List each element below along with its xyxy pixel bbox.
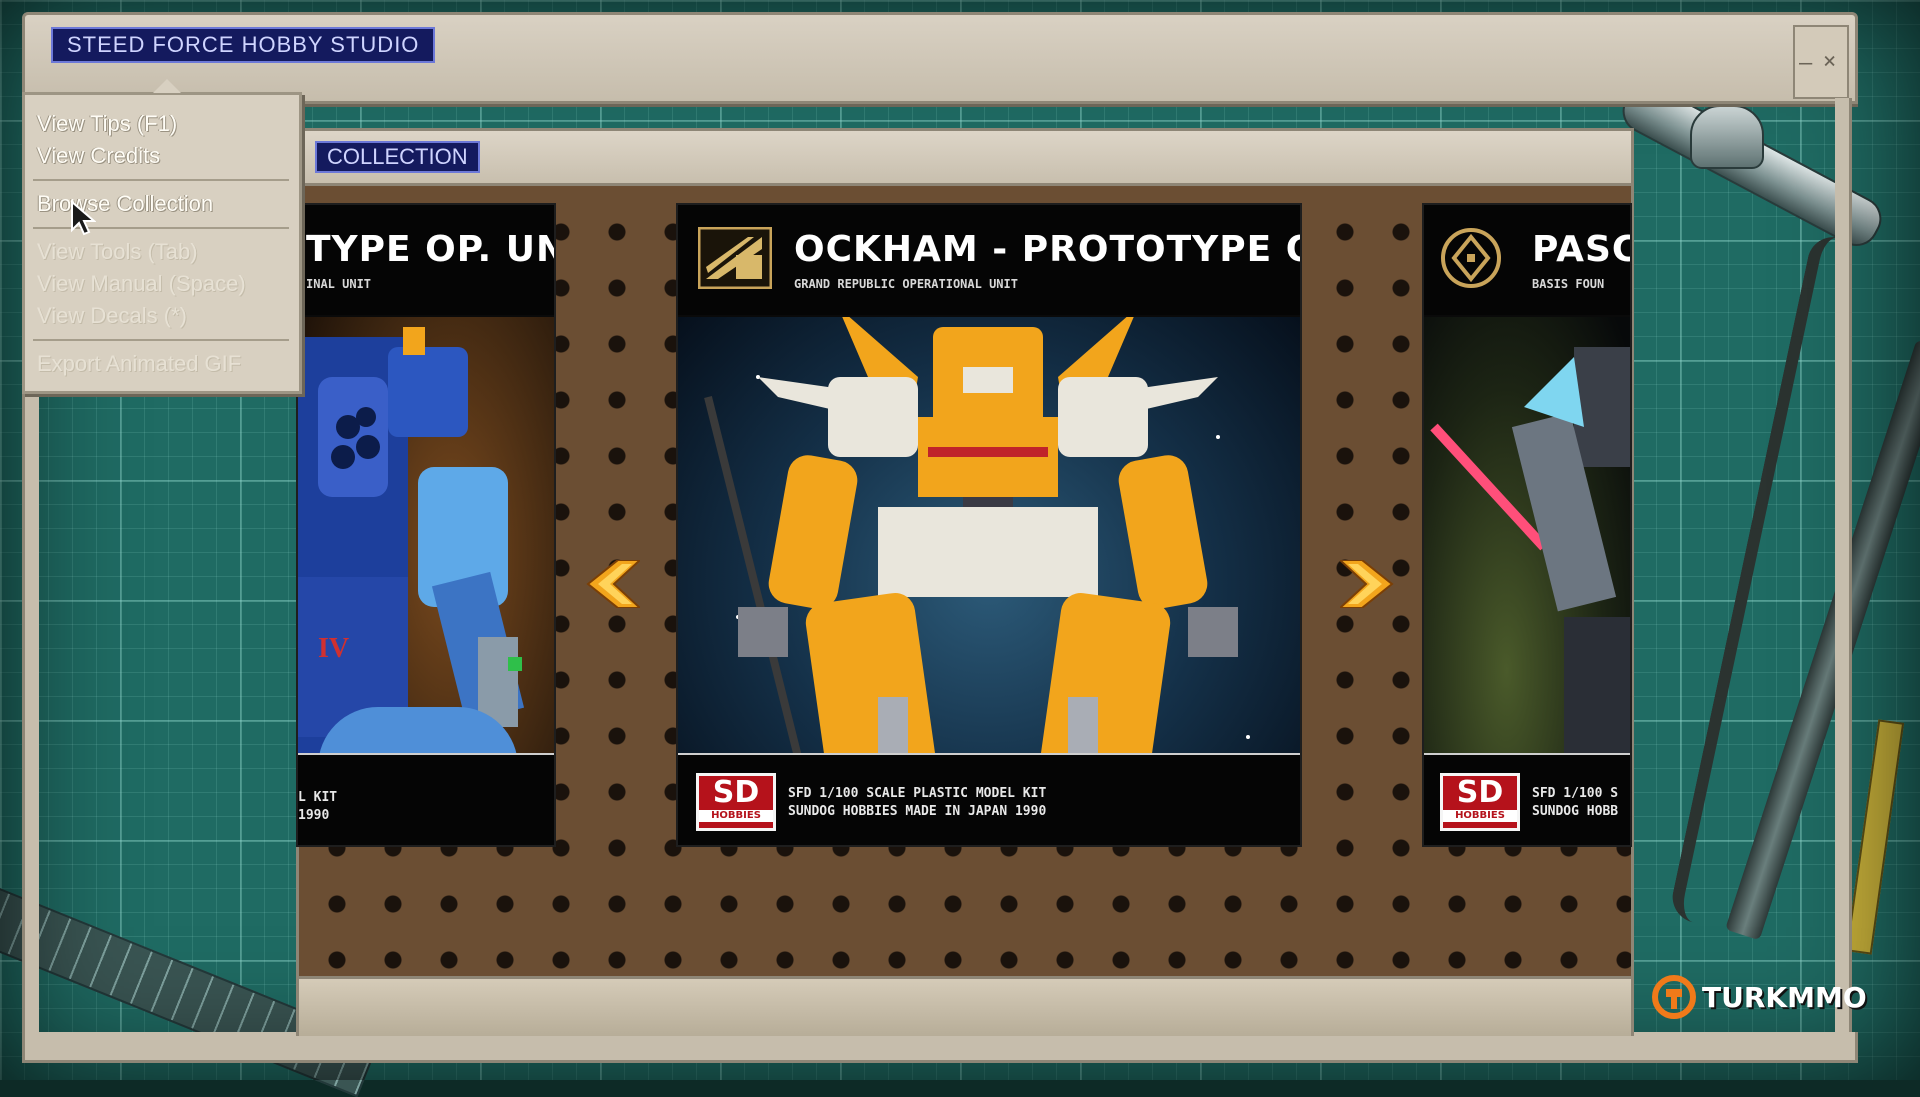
- logo-subtext: HOBBIES: [699, 810, 773, 822]
- card-footer: L KIT 1990: [298, 753, 554, 845]
- turkmmo-logo-icon: [1652, 975, 1696, 1019]
- card-subtitle: BASIS FOUN: [1532, 277, 1605, 291]
- card-subtitle: GRAND REPUBLIC OPERATIONAL UNIT: [794, 277, 1018, 291]
- menu-item-view-tips[interactable]: View Tips (F1): [37, 111, 177, 137]
- close-button[interactable]: ×: [1823, 49, 1836, 74]
- card-title: TYPE OP. UNIT: [306, 229, 554, 270]
- menu-item-view-decals[interactable]: View Decals (*): [37, 303, 187, 329]
- menu-separator: [33, 179, 289, 181]
- menu-item-browse-collection[interactable]: Browse Collection: [37, 191, 213, 217]
- card-header: OCKHAM - PROTOTYPE OP. UNIT GRAND REPUBL…: [678, 205, 1300, 315]
- faction-emblem-icon: [698, 227, 772, 289]
- window-controls: – ×: [1793, 25, 1849, 99]
- kit-info-line1: SFD 1/100 S: [1532, 786, 1619, 801]
- card-title: OCKHAM - PROTOTYPE OP. UNIT: [794, 229, 1300, 270]
- studio-menu: View Tips (F1) View Credits Browse Colle…: [22, 79, 302, 394]
- menu-caret: [153, 79, 181, 93]
- window-frame-bottom: [22, 1032, 1858, 1063]
- menu-separator: [33, 339, 289, 341]
- card-header: TYPE OP. UNIT INAL UNIT: [298, 205, 554, 315]
- kit-card-current[interactable]: OCKHAM - PROTOTYPE OP. UNIT GRAND REPUBL…: [676, 203, 1302, 847]
- unit-number: IV: [318, 633, 349, 664]
- collection-header: COLLECTION: [299, 131, 1631, 186]
- title-bar: STEED FORCE HOBBY STUDIO – ×: [22, 12, 1858, 104]
- window-frame-right: [1835, 98, 1852, 1034]
- sd-hobbies-logo: SD HOBBIES: [696, 773, 776, 831]
- kit-info-line2: 1990: [298, 808, 330, 823]
- card-footer: SD HOBBIES SFD 1/100 S SUNDOG HOBB: [1424, 753, 1630, 845]
- sd-hobbies-logo: SD HOBBIES: [1440, 773, 1520, 831]
- menu-item-view-tools[interactable]: View Tools (Tab): [37, 239, 198, 265]
- kit-info-line2: SUNDOG HOBB: [1532, 804, 1619, 819]
- menu-item-view-manual[interactable]: View Manual (Space): [37, 271, 246, 297]
- turkmmo-watermark: TURKMMO: [1652, 975, 1867, 1019]
- menu-item-view-credits[interactable]: View Credits: [37, 143, 160, 169]
- kit-info-line1: L KIT: [298, 790, 338, 805]
- collection-footer: [299, 976, 1631, 1036]
- menu-item-export-gif[interactable]: Export Animated GIF: [37, 351, 241, 377]
- chevron-right-icon[interactable]: [1340, 560, 1396, 608]
- chevron-left-icon[interactable]: [584, 560, 640, 608]
- card-title: PASCA: [1532, 229, 1630, 270]
- logo-subtext: HOBBIES: [1443, 810, 1517, 822]
- watermark-text: TURKMMO: [1702, 980, 1867, 1014]
- card-footer: SD HOBBIES SFD 1/100 SCALE PLASTIC MODEL…: [678, 753, 1300, 845]
- kit-card-previous[interactable]: TYPE OP. UNIT INAL UNIT: [296, 203, 556, 847]
- mouse-pointer-icon: [71, 200, 96, 236]
- minimize-button[interactable]: –: [1799, 51, 1812, 76]
- kit-info-line1: SFD 1/100 SCALE PLASTIC MODEL KIT: [788, 786, 1047, 801]
- card-subtitle: INAL UNIT: [306, 277, 372, 291]
- card-header: PASCA BASIS FOUN: [1424, 205, 1630, 315]
- collection-title: COLLECTION: [315, 141, 480, 173]
- kit-card-next[interactable]: PASCA BASIS FOUN SD HOBBIES SFD 1/: [1422, 203, 1632, 847]
- logo-text: SD: [1456, 775, 1504, 810]
- kit-info-line2: SUNDOG HOBBIES MADE IN JAPAN 1990: [788, 804, 1047, 819]
- faction-emblem-icon: [1441, 228, 1501, 288]
- logo-text: SD: [712, 775, 760, 810]
- app-title: STEED FORCE HOBBY STUDIO: [51, 27, 436, 63]
